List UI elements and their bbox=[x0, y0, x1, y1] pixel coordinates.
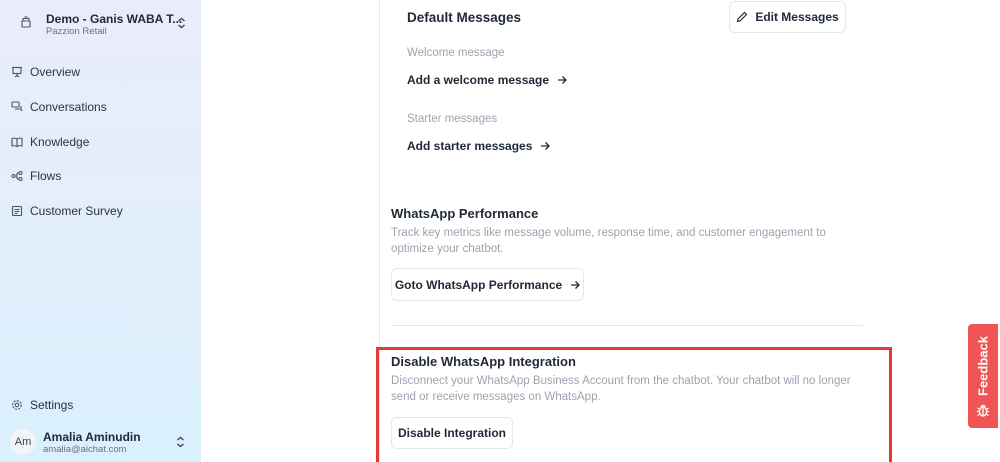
gear-icon bbox=[12, 400, 22, 410]
survey-icon bbox=[11, 205, 23, 217]
default-messages-title: Default Messages bbox=[407, 10, 522, 25]
sidebar-item-knowledge[interactable]: Knowledge bbox=[0, 130, 201, 154]
edit-messages-button[interactable]: Edit Messages bbox=[729, 1, 846, 33]
arrow-right-icon bbox=[571, 280, 581, 289]
user-name: Amalia Aminudin bbox=[43, 430, 141, 444]
sidebar-item-label: Conversations bbox=[30, 100, 107, 114]
sidebar: Demo - Ganis WABA T... Pazzion Retail Ov… bbox=[0, 0, 201, 462]
arrow-right-icon bbox=[541, 142, 551, 150]
workspace-switcher[interactable]: Demo - Ganis WABA T... Pazzion Retail bbox=[14, 12, 190, 38]
chevron-up-down-icon bbox=[177, 436, 184, 448]
add-starter-messages-text: Add starter messages bbox=[407, 139, 533, 153]
disable-integration-description: Disconnect your WhatsApp Business Accoun… bbox=[391, 375, 851, 403]
workspace-subtitle: Pazzion Retail bbox=[46, 26, 107, 37]
chevron-up-down-icon bbox=[178, 17, 185, 29]
disable-integration-title: Disable WhatsApp Integration bbox=[391, 354, 576, 369]
add-starter-messages-link[interactable]: Add starter messages bbox=[407, 139, 551, 153]
disable-integration-label: Disable Integration bbox=[397, 426, 507, 440]
presentation-icon bbox=[12, 66, 22, 78]
starter-messages-label: Starter messages bbox=[407, 113, 498, 125]
avatar: Am bbox=[10, 429, 36, 455]
sidebar-item-customer-survey[interactable]: Customer Survey bbox=[0, 199, 201, 223]
edit-messages-label: Edit Messages bbox=[755, 10, 839, 24]
feedback-label: Feedback bbox=[975, 336, 991, 396]
disable-integration-button[interactable]: Disable Integration bbox=[391, 417, 513, 449]
sidebar-item-settings[interactable]: Settings bbox=[0, 393, 201, 417]
store-icon bbox=[21, 16, 31, 28]
whatsapp-performance-title: WhatsApp Performance bbox=[391, 206, 539, 221]
section-divider bbox=[391, 325, 863, 326]
user-email: amalia@aichat.com bbox=[43, 444, 127, 455]
arrow-right-icon bbox=[558, 76, 567, 84]
goto-whatsapp-performance-label: Goto WhatsApp Performance bbox=[394, 277, 563, 292]
whatsapp-performance-description: Track key metrics like message volume, r… bbox=[391, 227, 826, 255]
sidebar-item-label: Overview bbox=[30, 65, 81, 79]
add-welcome-message-text: Add a welcome message bbox=[407, 73, 550, 87]
sidebar-item-flows[interactable]: Flows bbox=[0, 164, 201, 188]
welcome-message-label: Welcome message bbox=[407, 47, 505, 59]
user-menu[interactable]: Am Amalia Aminudin amalia@aichat.com bbox=[10, 428, 191, 458]
goto-whatsapp-performance-button[interactable]: Goto WhatsApp Performance bbox=[391, 268, 584, 301]
sidebar-item-label: Customer Survey bbox=[30, 204, 123, 218]
sidebar-item-label: Knowledge bbox=[30, 135, 90, 149]
chat-bubbles-icon bbox=[11, 101, 23, 112]
add-welcome-message-link[interactable]: Add a welcome message bbox=[407, 73, 567, 87]
sidebar-item-label: Flows bbox=[30, 169, 62, 183]
book-open-icon bbox=[11, 137, 23, 148]
sidebar-item-conversations[interactable]: Conversations bbox=[0, 95, 201, 119]
settings-label: Settings bbox=[30, 398, 74, 412]
sidebar-item-overview[interactable]: Overview bbox=[0, 60, 201, 84]
pencil-icon bbox=[737, 11, 748, 23]
bug-icon bbox=[977, 404, 989, 417]
workspace-name: Demo - Ganis WABA T... bbox=[46, 12, 183, 26]
feedback-tab[interactable]: Feedback bbox=[968, 324, 998, 428]
flow-nodes-icon bbox=[11, 170, 23, 182]
